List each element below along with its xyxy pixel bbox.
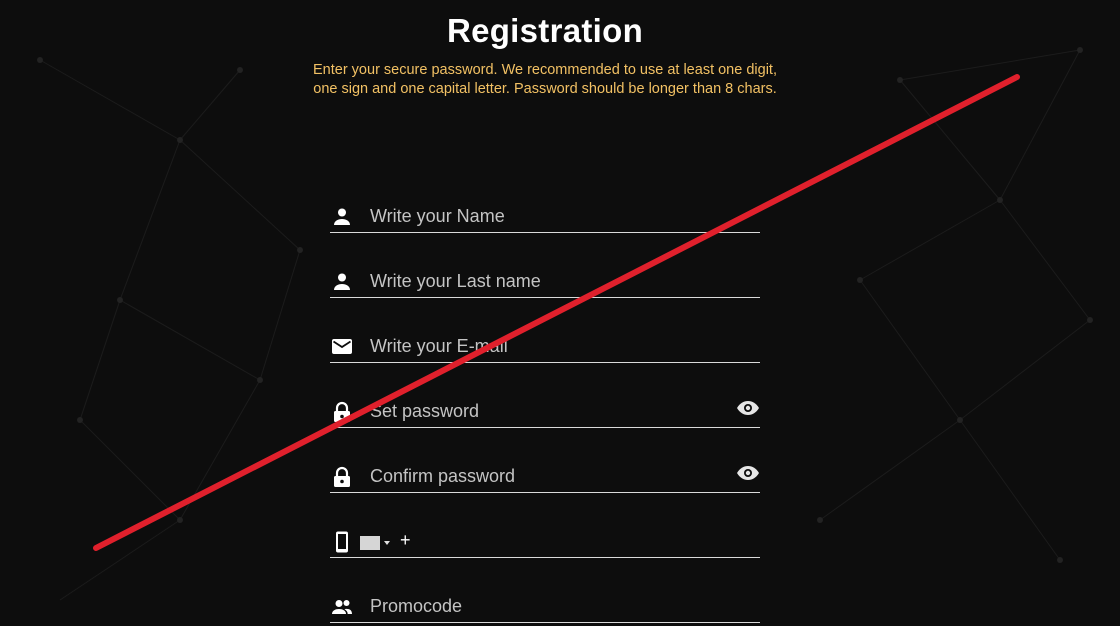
chevron-down-icon[interactable] [384,541,390,545]
group-icon [332,600,352,614]
eye-icon[interactable] [736,396,760,420]
lock-icon [334,401,350,422]
password-hint: Enter your secure password. We recommend… [0,61,1090,99]
eye-icon[interactable] [736,461,760,485]
page-title: Registration [446,12,644,49]
password-field[interactable]: Set password [330,383,760,428]
email-field[interactable]: Write your E-mail [330,318,760,363]
mail-icon [332,339,352,354]
phone-prefix: + [400,530,411,550]
last-name-placeholder: Write your Last name [370,271,541,291]
first-name-field[interactable]: Write your Name [330,188,760,233]
person-icon [334,208,350,225]
last-name-field[interactable]: Write your Last name [330,253,760,298]
password-hint-line-1: Enter your secure password. We recommend… [313,62,777,78]
promocode-placeholder: Promocode [370,596,463,616]
person-icon [334,273,350,290]
promocode-field[interactable]: Promocode [330,578,760,623]
password-hint-line-2: one sign and one capital letter. Passwor… [313,81,777,97]
phone-field[interactable]: + [330,513,760,558]
email-placeholder: Write your E-mail [370,336,508,356]
confirm-password-field[interactable]: Confirm password [330,448,760,493]
confirm-password-placeholder: Confirm password [370,466,516,486]
first-name-placeholder: Write your Name [370,206,505,226]
flag-icon[interactable] [360,536,380,550]
phone-icon [336,531,348,553]
password-placeholder: Set password [370,401,480,421]
lock-icon [334,466,350,487]
